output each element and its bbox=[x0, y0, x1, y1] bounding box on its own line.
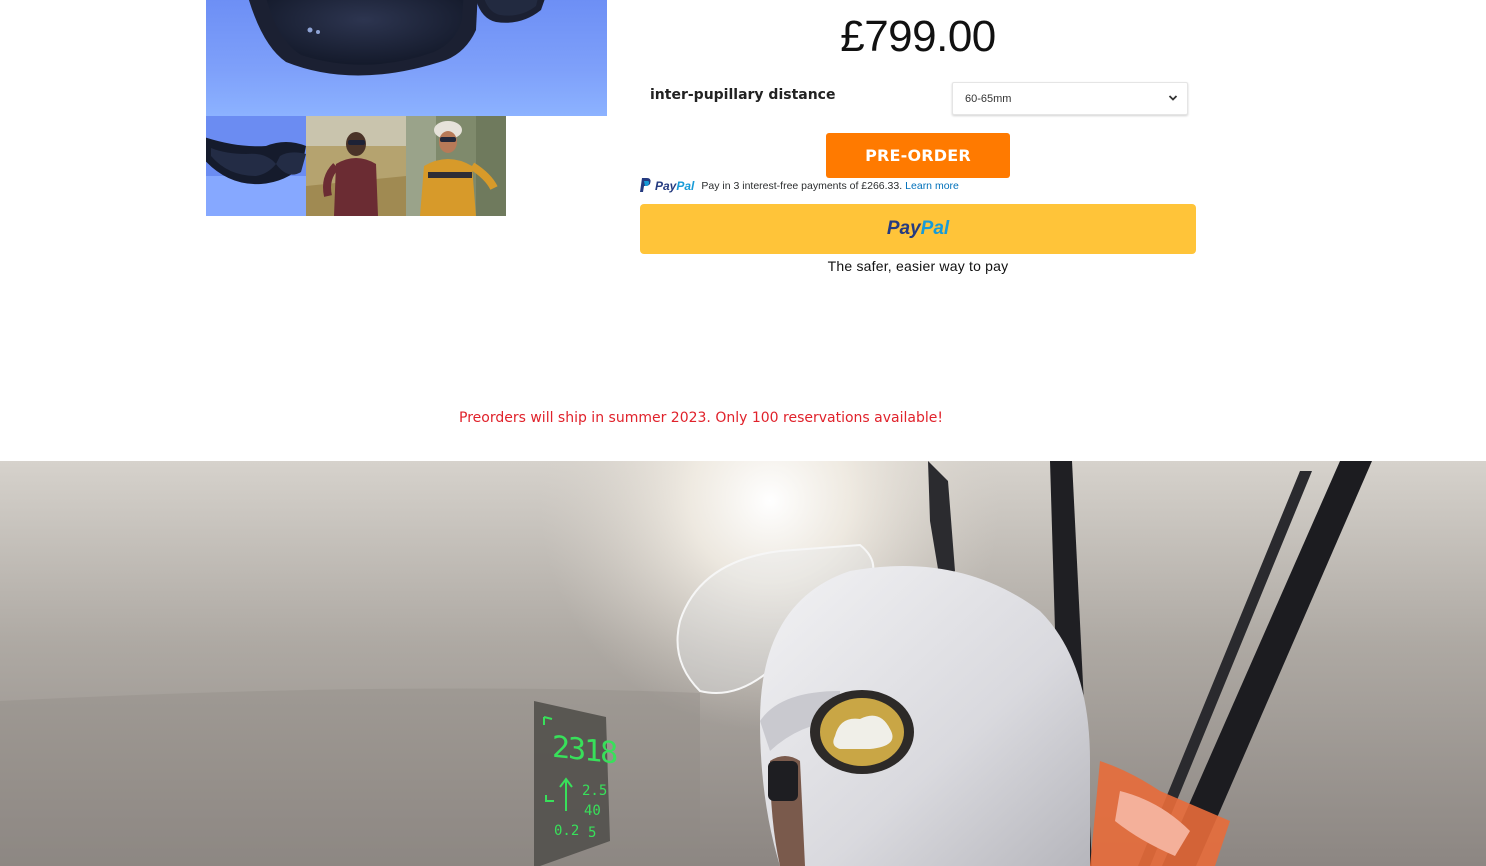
paylater-text: Pay in 3 interest-free payments of £266.… bbox=[701, 180, 903, 192]
thumbnail-sunglasses[interactable] bbox=[206, 116, 306, 216]
gallery-thumbnails bbox=[206, 116, 506, 216]
thumbnail-cyclist[interactable] bbox=[406, 116, 506, 216]
product-main-image bbox=[206, 0, 607, 116]
paypal-button-logo: PayPal bbox=[886, 218, 950, 239]
hud-value-right: 5 bbox=[588, 825, 597, 841]
paypal-logo-icon bbox=[640, 177, 651, 195]
hero-paraglider-image: 2318 2.5 40 0.2 5 bbox=[0, 461, 1486, 866]
product-price: £799.00 bbox=[840, 12, 996, 61]
thumbnail-runner[interactable] bbox=[306, 116, 406, 216]
hud-speed: 2.5 bbox=[582, 783, 608, 799]
ipd-select[interactable]: 60-65mm bbox=[952, 82, 1188, 115]
learn-more-link[interactable]: Learn more bbox=[905, 180, 959, 192]
paypal-checkout-button[interactable]: PayPal bbox=[640, 204, 1196, 254]
hud-value-left: 0.2 bbox=[554, 823, 580, 839]
preorder-notice: Preorders will ship in summer 2023. Only… bbox=[459, 410, 943, 426]
paypal-paylater-message: PayPal Pay in 3 interest-free payments o… bbox=[640, 177, 959, 195]
preorder-button[interactable]: PRE-ORDER bbox=[826, 133, 1010, 178]
chevron-down-icon bbox=[1168, 93, 1178, 106]
ipd-selected-value: 60-65mm bbox=[965, 93, 1012, 105]
paypal-wordmark: PayPal bbox=[655, 179, 695, 193]
paypal-tagline: The safer, easier way to pay bbox=[827, 258, 1009, 274]
hud-altitude: 2318 bbox=[552, 729, 617, 772]
hud-value-mid: 40 bbox=[584, 803, 601, 819]
ipd-option-label: inter-pupillary distance bbox=[650, 87, 836, 103]
